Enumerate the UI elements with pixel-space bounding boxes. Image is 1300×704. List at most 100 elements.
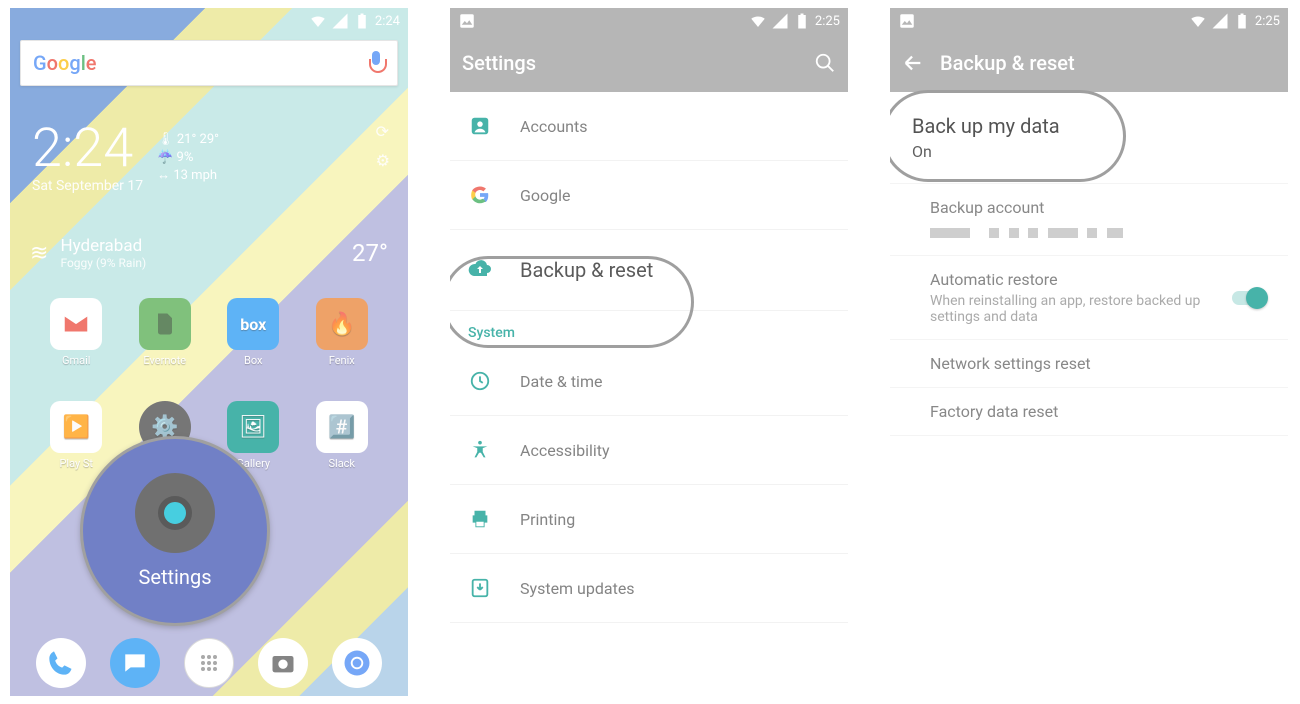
battery-icon xyxy=(353,12,371,30)
app-fenix[interactable]: 🔥 Fenix xyxy=(298,298,387,367)
clock-widget[interactable]: 2:24 Sat September 17 🌡 21° 29° ☔ 9% ↔ 1… xyxy=(10,122,408,194)
app-evernote[interactable]: Evernote xyxy=(121,298,210,367)
battery-icon xyxy=(793,12,811,30)
image-icon xyxy=(898,12,916,30)
pref-title: Network settings reset xyxy=(930,354,1266,373)
image-icon xyxy=(458,12,476,30)
refresh-icon[interactable]: ⟳ xyxy=(376,122,390,141)
pref-backup-account[interactable]: Backup account xyxy=(890,184,1288,256)
page-title: Backup & reset xyxy=(940,51,1276,75)
pref-sub: On xyxy=(912,142,1266,161)
status-time: 2:25 xyxy=(815,14,840,29)
dock-chrome[interactable] xyxy=(332,638,382,688)
app-label: Play St xyxy=(59,457,93,470)
row-backup-reset[interactable]: Backup & reset xyxy=(450,230,848,311)
dock-phone[interactable] xyxy=(36,638,86,688)
printer-icon xyxy=(468,507,492,531)
status-bar: 2:24 xyxy=(10,8,408,34)
weather-card[interactable]: ≋ Hyderabad Foggy (9% Rain) 27° xyxy=(30,236,388,270)
account-icon xyxy=(468,114,492,138)
row-label: Date & time xyxy=(520,372,602,391)
pref-title: Automatic restore xyxy=(930,270,1218,289)
settings-callout-label: Settings xyxy=(138,565,211,589)
app-label: Gmail xyxy=(62,354,90,367)
search-icon[interactable] xyxy=(814,52,836,74)
google-icon xyxy=(468,183,492,207)
settings-callout[interactable]: Settings xyxy=(80,436,270,626)
wifi-icon xyxy=(1189,12,1207,30)
status-time: 2:25 xyxy=(1255,14,1280,29)
gear-icon[interactable]: ⚙ xyxy=(376,151,390,170)
row-printing[interactable]: Printing xyxy=(450,485,848,554)
pref-title: Back up my data xyxy=(912,114,1266,138)
settings-list: Accounts Google Backup & reset System Da… xyxy=(450,92,848,623)
dock xyxy=(10,638,408,688)
backup-reset-screen: 2:25 Backup & reset Back up my data On B… xyxy=(890,8,1288,696)
pref-sub: When reinstalling an app, restore backed… xyxy=(930,293,1218,325)
wifi-icon xyxy=(749,12,767,30)
wind-speed: 13 mph xyxy=(173,168,217,183)
pref-factory-reset[interactable]: Factory data reset xyxy=(890,388,1288,436)
fog-icon: ≋ xyxy=(30,241,48,266)
prefs-list: Back up my data On Backup account Automa… xyxy=(890,92,1288,436)
row-label: Google xyxy=(520,186,571,205)
location-temp: 27° xyxy=(352,239,388,267)
status-bar: 2:25 xyxy=(450,8,848,34)
settings-screen: 2:25 Settings Accounts Google Backup & r… xyxy=(450,8,848,696)
row-google[interactable]: Google xyxy=(450,161,848,230)
app-label: Slack xyxy=(328,457,355,470)
home-screen: 2:24 Google 2:24 Sat September 17 🌡 21° … xyxy=(10,8,408,696)
pref-network-reset[interactable]: Network settings reset xyxy=(890,340,1288,388)
back-icon[interactable] xyxy=(902,52,924,74)
clock-date: Sat September 17 xyxy=(32,178,143,194)
pref-title: Factory data reset xyxy=(930,402,1266,421)
clock-icon xyxy=(468,369,492,393)
mic-icon[interactable] xyxy=(367,51,385,75)
download-icon xyxy=(468,576,492,600)
row-label: Backup & reset xyxy=(520,258,653,282)
app-bar: Settings xyxy=(450,34,848,92)
row-label: System updates xyxy=(520,579,635,598)
location-city: Hyderabad xyxy=(60,236,146,256)
dock-drawer[interactable] xyxy=(184,638,234,688)
pref-auto-restore[interactable]: Automatic restore When reinstalling an a… xyxy=(890,256,1288,340)
page-title: Settings xyxy=(462,51,798,75)
dock-camera[interactable] xyxy=(258,638,308,688)
status-time: 2:24 xyxy=(375,14,400,29)
google-logo: Google xyxy=(33,51,97,75)
app-label: Fenix xyxy=(329,354,355,367)
dock-messages[interactable] xyxy=(110,638,160,688)
wifi-icon xyxy=(309,12,327,30)
row-date-time[interactable]: Date & time xyxy=(450,347,848,416)
pref-title: Backup account xyxy=(930,198,1266,217)
location-cond: Foggy (9% Rain) xyxy=(60,256,146,270)
status-bar: 2:25 xyxy=(890,8,1288,34)
clock-time: 2:24 xyxy=(32,122,143,176)
google-search-bar[interactable]: Google xyxy=(20,40,398,86)
row-label: Accounts xyxy=(520,117,587,136)
app-gmail[interactable]: Gmail xyxy=(32,298,121,367)
battery-icon xyxy=(1233,12,1251,30)
cloud-upload-icon xyxy=(468,258,492,282)
row-accounts[interactable]: Accounts xyxy=(450,92,848,161)
redacted-account xyxy=(930,225,1266,241)
toggle-switch[interactable] xyxy=(1232,291,1266,305)
rain-pct: 9% xyxy=(177,150,194,165)
signal-icon xyxy=(1211,12,1229,30)
app-box[interactable]: box Box xyxy=(209,298,298,367)
app-label: Evernote xyxy=(143,354,186,367)
row-label: Printing xyxy=(520,510,575,529)
app-bar: Backup & reset xyxy=(890,34,1288,92)
row-system-updates[interactable]: System updates xyxy=(450,554,848,623)
temp-range: 21° 29° xyxy=(177,132,219,147)
gear-icon xyxy=(135,473,215,553)
row-accessibility[interactable]: Accessibility xyxy=(450,416,848,485)
signal-icon xyxy=(331,12,349,30)
app-playstore[interactable]: ▶️ Play St xyxy=(32,401,121,470)
app-slack[interactable]: #️⃣ Slack xyxy=(298,401,387,470)
signal-icon xyxy=(771,12,789,30)
app-label: Box xyxy=(244,354,262,367)
section-header-system: System xyxy=(450,311,848,347)
weather-mini: 🌡 21° 29° ☔ 9% ↔ 13 mph xyxy=(157,131,219,186)
pref-backup-my-data[interactable]: Back up my data On xyxy=(890,92,1288,184)
